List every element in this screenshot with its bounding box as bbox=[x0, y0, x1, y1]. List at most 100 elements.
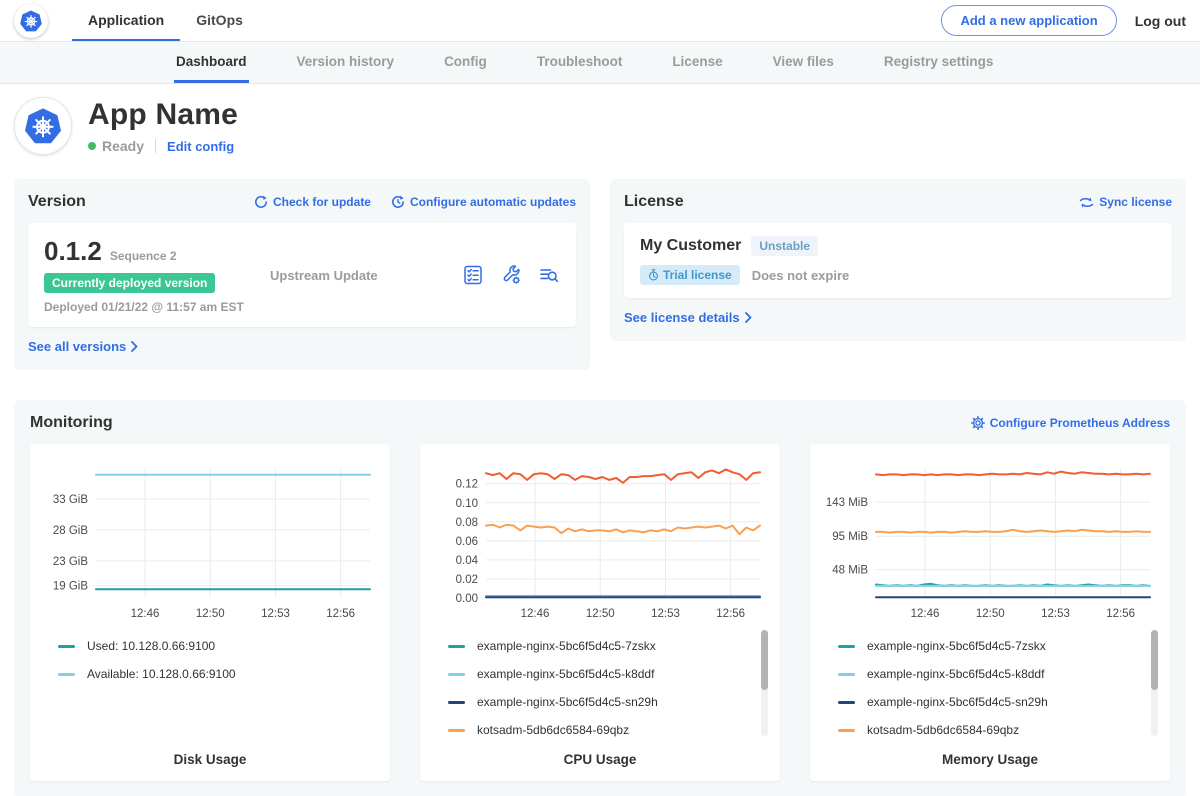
legend-item: kotsadm-5db6dc6584-69qbz bbox=[838, 716, 1142, 742]
monitoring-title: Monitoring bbox=[30, 414, 113, 432]
svg-text:28 GiB: 28 GiB bbox=[53, 525, 88, 537]
subnav-tab-view-files[interactable]: View files bbox=[771, 42, 836, 83]
svg-text:12:56: 12:56 bbox=[1106, 608, 1135, 620]
customer-name: My Customer bbox=[640, 237, 741, 255]
subnav-tab-troubleshoot[interactable]: Troubleshoot bbox=[535, 42, 625, 83]
svg-text:23 GiB: 23 GiB bbox=[53, 556, 88, 568]
see-license-details-link[interactable]: See license details bbox=[624, 310, 752, 325]
legend-label: Available: 10.128.0.66:9100 bbox=[87, 667, 236, 681]
chart-title: Memory Usage bbox=[818, 742, 1162, 781]
svg-text:12:50: 12:50 bbox=[196, 608, 225, 620]
legend-item: example-nginx-5bc6f5d4c5-7zskx bbox=[448, 632, 752, 660]
subnav-tab-registry-settings[interactable]: Registry settings bbox=[882, 42, 996, 83]
legend-label: example-nginx-5bc6f5d4c5-k8ddf bbox=[867, 667, 1044, 681]
check-for-update-link[interactable]: Check for update bbox=[254, 195, 371, 209]
memory-usage-card: 48 MiB95 MiB143 MiB12:4612:5012:5312:56e… bbox=[810, 444, 1170, 781]
legend-swatch bbox=[448, 701, 465, 704]
see-all-versions-link[interactable]: See all versions bbox=[28, 339, 138, 354]
logout-link[interactable]: Log out bbox=[1135, 13, 1186, 29]
legend-swatch bbox=[448, 673, 465, 676]
edit-config-link[interactable]: Edit config bbox=[167, 139, 234, 154]
legend-scrollbar[interactable] bbox=[1151, 630, 1158, 736]
divider bbox=[155, 139, 156, 153]
svg-text:0.02: 0.02 bbox=[456, 574, 478, 586]
legend-item: example-nginx-5bc6f5d4c5-k8ddf bbox=[448, 660, 752, 688]
topnav-tab-application[interactable]: Application bbox=[72, 0, 180, 41]
legend-scrollbar-thumb[interactable] bbox=[761, 630, 768, 690]
svg-text:0.08: 0.08 bbox=[456, 517, 478, 529]
legend-item: Used: 10.128.0.66:9100 bbox=[58, 632, 362, 660]
legend-label: example-nginx-5bc6f5d4c5-sn29h bbox=[867, 695, 1048, 709]
disk-usage-chart: 19 GiB23 GiB28 GiB33 GiB12:4612:5012:531… bbox=[38, 454, 382, 626]
version-number: 0.1.2 bbox=[44, 236, 102, 267]
license-card-title: License bbox=[624, 193, 684, 211]
legend-label: example-nginx-5bc6f5d4c5-7zskx bbox=[477, 639, 656, 653]
legend-scrollbar[interactable] bbox=[761, 630, 768, 736]
sync-license-link[interactable]: Sync license bbox=[1079, 195, 1172, 209]
topnav-tab-gitops[interactable]: GitOps bbox=[180, 0, 259, 41]
preflight-checks-icon[interactable] bbox=[462, 264, 484, 286]
subnav-tab-config[interactable]: Config bbox=[442, 42, 489, 83]
kubernetes-logo[interactable] bbox=[14, 4, 48, 38]
legend-swatch bbox=[838, 729, 855, 732]
svg-text:0.10: 0.10 bbox=[456, 498, 478, 510]
deployed-badge: Currently deployed version bbox=[44, 273, 215, 293]
version-card-title: Version bbox=[28, 193, 86, 211]
disk-usage-card: 19 GiB23 GiB28 GiB33 GiB12:4612:5012:531… bbox=[30, 444, 390, 781]
config-wrench-icon[interactable] bbox=[500, 264, 522, 286]
refresh-icon bbox=[254, 195, 268, 209]
legend-swatch bbox=[58, 673, 75, 676]
svg-text:0.12: 0.12 bbox=[456, 479, 478, 491]
sync-icon bbox=[1079, 196, 1094, 209]
legend-label: example-nginx-5bc6f5d4c5-k8ddf bbox=[477, 667, 654, 681]
stopwatch-icon bbox=[648, 269, 659, 281]
app-sub-nav: Dashboard Version history Config Troublesho… bbox=[0, 42, 1200, 84]
status-text: Ready bbox=[102, 138, 144, 154]
legend-scrollbar-thumb[interactable] bbox=[1151, 630, 1158, 690]
svg-text:95 MiB: 95 MiB bbox=[832, 531, 868, 543]
kubernetes-helm-icon bbox=[23, 106, 63, 146]
kubernetes-helm-icon bbox=[19, 9, 43, 33]
subnav-tab-license[interactable]: License bbox=[670, 42, 724, 83]
current-version-panel: 0.1.2 Sequence 2 Currently deployed vers… bbox=[28, 223, 576, 327]
svg-text:0.00: 0.00 bbox=[456, 593, 478, 605]
svg-text:12:53: 12:53 bbox=[1041, 608, 1070, 620]
page-title: App Name bbox=[88, 98, 238, 132]
cards-row: Version Check for update Configure au bbox=[0, 169, 1200, 370]
expiry-text: Does not expire bbox=[752, 268, 850, 283]
gear-icon bbox=[971, 416, 985, 430]
cpu-usage-card: 0.000.020.040.060.080.100.1212:4612:5012… bbox=[420, 444, 780, 781]
svg-text:12:46: 12:46 bbox=[131, 608, 160, 620]
legend-swatch bbox=[838, 673, 855, 676]
app-header: App Name Ready Edit config bbox=[0, 84, 1200, 169]
monitoring-section: Monitoring Configure Prometheus Address … bbox=[14, 400, 1186, 796]
configure-automatic-updates-link[interactable]: Configure automatic updates bbox=[391, 195, 576, 209]
deploy-logs-icon[interactable] bbox=[538, 264, 560, 286]
legend-label: Used: 10.128.0.66:9100 bbox=[87, 639, 215, 653]
add-application-button[interactable]: Add a new application bbox=[941, 5, 1116, 36]
legend-item: example-nginx-5bc6f5d4c5-k8ddf bbox=[838, 660, 1142, 688]
chevron-right-icon bbox=[745, 312, 752, 323]
chart-legend: example-nginx-5bc6f5d4c5-7zskxexample-ng… bbox=[818, 626, 1162, 742]
app-avatar bbox=[14, 97, 72, 155]
license-card: License Sync license My Customer Unstabl… bbox=[610, 179, 1186, 341]
legend-label: example-nginx-5bc6f5d4c5-sn29h bbox=[477, 695, 658, 709]
svg-text:48 MiB: 48 MiB bbox=[832, 565, 868, 577]
chart-title: Disk Usage bbox=[38, 742, 382, 781]
subnav-tab-version-history[interactable]: Version history bbox=[295, 42, 397, 83]
deployed-timestamp: Deployed 01/21/22 @ 11:57 am EST bbox=[44, 300, 270, 314]
svg-text:0.06: 0.06 bbox=[456, 536, 478, 548]
svg-text:12:56: 12:56 bbox=[716, 608, 745, 620]
subnav-tab-dashboard[interactable]: Dashboard bbox=[174, 42, 249, 83]
version-card: Version Check for update Configure au bbox=[14, 179, 590, 370]
svg-text:143 MiB: 143 MiB bbox=[826, 497, 869, 509]
legend-item: example-nginx-5bc6f5d4c5-sn29h bbox=[448, 688, 752, 716]
cpu-usage-chart: 0.000.020.040.060.080.100.1212:4612:5012… bbox=[428, 454, 772, 626]
channel-badge: Unstable bbox=[751, 236, 818, 256]
legend-label: kotsadm-5db6dc6584-69qbz bbox=[477, 723, 629, 737]
chart-legend: example-nginx-5bc6f5d4c5-7zskx example-ng… bbox=[428, 626, 772, 742]
legend-swatch bbox=[838, 701, 855, 704]
configure-prometheus-link[interactable]: Configure Prometheus Address bbox=[971, 416, 1170, 430]
svg-text:0.04: 0.04 bbox=[456, 555, 479, 567]
svg-text:12:53: 12:53 bbox=[651, 608, 680, 620]
